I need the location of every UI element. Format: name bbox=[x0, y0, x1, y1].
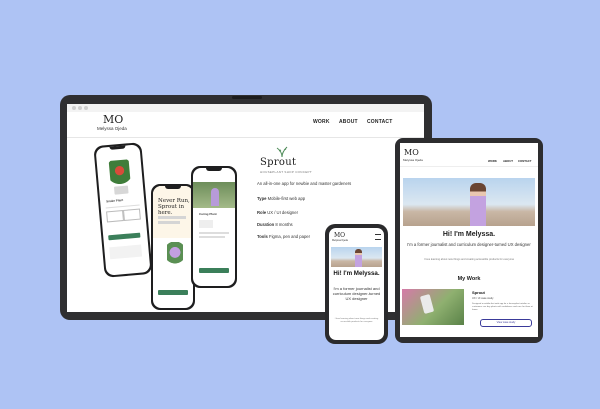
window-dot-icon[interactable] bbox=[72, 106, 76, 110]
hero-title: Hi! I'm Melyssa. bbox=[442, 231, 496, 238]
text-line bbox=[158, 221, 180, 224]
sprout-leaf-icon bbox=[276, 146, 288, 158]
action-button[interactable] bbox=[199, 268, 229, 273]
nav-contact[interactable]: CONTACT bbox=[367, 119, 392, 125]
hero-small-text: I love learning about new things and cre… bbox=[334, 318, 379, 323]
person-image bbox=[470, 183, 486, 226]
detail-label: Type bbox=[257, 196, 267, 201]
nav-work[interactable]: WORK bbox=[313, 119, 330, 125]
window-dot-icon[interactable] bbox=[84, 106, 88, 110]
plant-pot bbox=[113, 185, 129, 195]
person-image bbox=[355, 249, 362, 267]
browser-chrome bbox=[67, 104, 424, 112]
divider bbox=[105, 204, 140, 209]
option-card[interactable] bbox=[123, 208, 141, 221]
plant-image bbox=[167, 242, 183, 268]
person-image bbox=[211, 188, 219, 206]
detail-value: Figma, pen and paper bbox=[269, 234, 311, 239]
hero-small-text: I love learning about new things and cre… bbox=[423, 258, 515, 261]
detail-type: Type Mobile-first web app bbox=[257, 196, 305, 201]
detail-label: Tools bbox=[257, 234, 268, 239]
shop-button[interactable] bbox=[158, 290, 188, 295]
header-divider bbox=[67, 137, 424, 138]
phone-mockup-left: Snake Plant bbox=[93, 142, 153, 278]
detail-duration: Duration 8 months bbox=[257, 222, 293, 227]
site-logo[interactable]: MO bbox=[334, 232, 345, 239]
hero-subtitle: I'm a former journalist and curriculum d… bbox=[407, 242, 531, 247]
view-case-study-button[interactable]: View case study bbox=[480, 319, 532, 327]
project-subtitle: HOUSEPLANT SHOP CONCEPT bbox=[260, 170, 312, 174]
detail-role: Role UX / UI designer bbox=[257, 210, 298, 215]
text-line bbox=[199, 232, 229, 234]
phone-mockup-right: Caring Plant bbox=[191, 166, 237, 288]
hero-photo bbox=[403, 178, 535, 226]
header-divider bbox=[400, 166, 538, 167]
info-section bbox=[109, 244, 143, 260]
phone-mockup-center: Never Run, Sprout in here. bbox=[151, 184, 195, 310]
add-to-cart-button[interactable] bbox=[108, 232, 141, 241]
hero-title: Hi! I'm Melyssa. bbox=[333, 270, 380, 277]
detail-tools: Tools Figma, pen and paper bbox=[257, 234, 310, 239]
project-title: Sprout bbox=[260, 157, 297, 168]
menu-icon[interactable] bbox=[375, 234, 381, 240]
option-card[interactable] bbox=[106, 210, 124, 223]
nav-about[interactable]: ABOUT bbox=[503, 159, 513, 163]
info-chip bbox=[199, 220, 213, 228]
detail-value: UX / UI designer bbox=[267, 210, 298, 215]
site-logo[interactable]: MO bbox=[404, 148, 419, 157]
site-owner-name: Melyssa Ojeda bbox=[403, 158, 423, 162]
window-dot-icon[interactable] bbox=[78, 106, 82, 110]
site-owner-name: Melyssa Ojeda bbox=[332, 239, 348, 242]
phone-screen: MO Melyssa Ojeda Hi! I'm Melyssa. I'm a … bbox=[329, 228, 384, 340]
detail-label: Role bbox=[257, 210, 267, 215]
hero-subtitle: I'm a former journalist and curriculum d… bbox=[332, 286, 381, 301]
card-title: Sprout bbox=[472, 290, 485, 295]
nav-contact[interactable]: CONTACT bbox=[518, 159, 531, 163]
card-subtitle: UX / UI case study bbox=[472, 297, 494, 300]
card-description: Designed a mobile-first web app for a ho… bbox=[472, 303, 533, 311]
site-logo[interactable]: MO bbox=[103, 113, 123, 126]
text-line bbox=[199, 236, 225, 238]
laptop-notch bbox=[232, 96, 262, 99]
hero-headline: Never Run, Sprout in here. bbox=[158, 198, 190, 216]
screen-title: Caring Plant bbox=[199, 212, 217, 216]
tablet-screen: MO Melyssa Ojeda WORK ABOUT CONTACT Hi! … bbox=[400, 143, 538, 337]
detail-value: Mobile-first web app bbox=[267, 196, 306, 201]
nav-work[interactable]: WORK bbox=[488, 159, 497, 163]
nav-about[interactable]: ABOUT bbox=[339, 119, 358, 125]
product-title: Snake Plant bbox=[106, 197, 124, 204]
project-description: An all-in-one app for newbie and master … bbox=[257, 181, 352, 186]
detail-value: 8 months bbox=[275, 222, 293, 227]
site-owner-name: Melyssa Ojeda bbox=[97, 126, 127, 131]
text-line bbox=[158, 216, 186, 219]
section-title: My Work bbox=[457, 276, 481, 282]
detail-label: Duration bbox=[257, 222, 275, 227]
